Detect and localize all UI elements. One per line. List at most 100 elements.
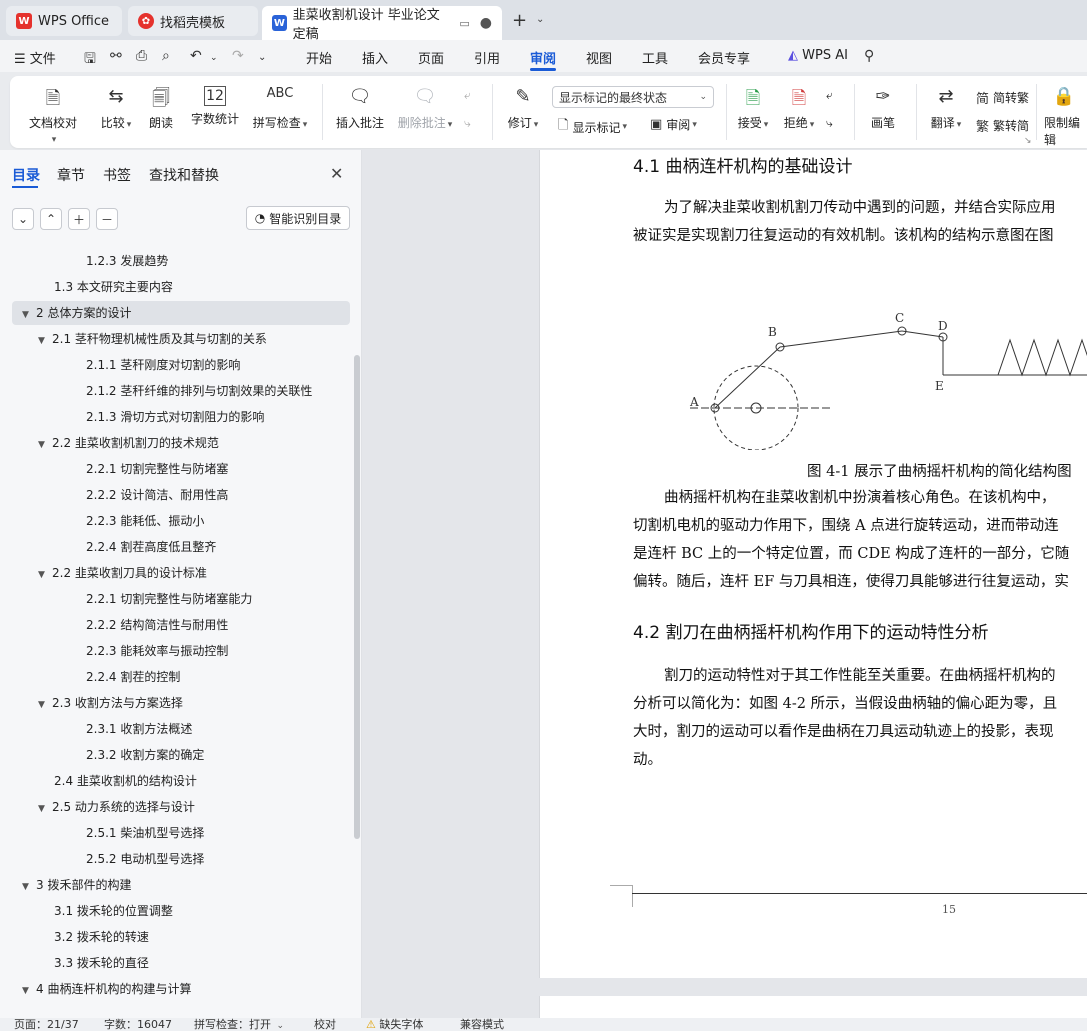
- expand-triangle-icon[interactable]: ▼: [22, 303, 36, 327]
- search-icon[interactable]: ⚲: [864, 48, 874, 64]
- save-icon[interactable]: 🖫: [84, 48, 96, 72]
- menu-view[interactable]: 视图: [586, 48, 612, 67]
- status-missing-font[interactable]: ⚠ 缺失字体: [366, 1018, 423, 1031]
- document-page[interactable]: 4.1 曲柄连杆机构的基础设计 为了解决韭菜收割机割刀传动中遇到的问题，并结合实…: [539, 150, 1087, 978]
- expand-triangle-icon[interactable]: ▼: [38, 433, 52, 457]
- status-page[interactable]: 页面：21/37: [14, 1018, 79, 1031]
- undo-dropdown-icon[interactable]: ⌄: [210, 53, 218, 63]
- smart-toc-button[interactable]: ◔ 智能识别目录: [246, 206, 350, 230]
- menu-page[interactable]: 页面: [418, 48, 444, 67]
- toc-item[interactable]: 3.1 拨禾轮的位置调整: [54, 899, 173, 923]
- ribbon-expand-icon[interactable]: ↘: [1024, 136, 1032, 146]
- expand-up-button[interactable]: ⌃: [40, 208, 62, 230]
- panel-scrollbar[interactable]: [354, 355, 360, 839]
- prev-revision-icon[interactable]: ⤶: [826, 88, 833, 103]
- toc-item[interactable]: 2.2.3 能耗效率与振动控制: [86, 639, 228, 663]
- unsaved-dot-icon[interactable]: ●: [480, 15, 492, 31]
- word-count-button[interactable]: 12 字数统计: [188, 86, 242, 127]
- expand-triangle-icon[interactable]: ▼: [22, 979, 36, 1003]
- toc-item[interactable]: 2.2.3 能耗低、振动小: [86, 509, 204, 533]
- status-word-count[interactable]: 字数：16047: [104, 1018, 172, 1031]
- collapse-button[interactable]: ⌄: [12, 208, 34, 230]
- more-chevron-icon[interactable]: ⌄: [258, 52, 266, 63]
- menu-references[interactable]: 引用: [474, 48, 500, 67]
- spell-check-button[interactable]: ABC 拼写检查 ▾: [250, 86, 310, 131]
- expand-triangle-icon[interactable]: ▼: [22, 875, 36, 899]
- menu-file[interactable]: ☰ 文件: [14, 48, 56, 67]
- toc-item[interactable]: 2.3.2 收割方案的确定: [86, 743, 204, 767]
- menu-insert[interactable]: 插入: [362, 48, 388, 67]
- toc-item[interactable]: ▼ 4 曲柄连杆机构的构建与计算: [22, 977, 191, 1001]
- expand-triangle-icon[interactable]: ▼: [38, 563, 52, 587]
- menu-review[interactable]: 审阅: [530, 48, 556, 67]
- status-proof[interactable]: 校对: [314, 1018, 336, 1031]
- to-traditional-button[interactable]: 简简转繁: [976, 88, 1029, 107]
- delete-comment-button[interactable]: 🗨 删除批注 ▾: [394, 86, 456, 131]
- redo-icon[interactable]: ↷: [232, 48, 244, 64]
- review-pane-button[interactable]: ▣ 审阅 ▾: [650, 116, 697, 133]
- toc-item[interactable]: 2.2.2 设计简洁、耐用性高: [86, 483, 228, 507]
- new-tab-icon[interactable]: +: [512, 10, 527, 31]
- status-spell-check[interactable]: 拼写检查：打开 ⌄: [194, 1018, 284, 1031]
- toc-item[interactable]: ▼ 3 拨禾部件的构建: [22, 873, 131, 897]
- panel-tab-sections[interactable]: 章节: [57, 165, 85, 185]
- print-icon[interactable]: ⎙: [136, 48, 147, 64]
- toc-item[interactable]: 2.2.4 割茬高度低且整齐: [86, 535, 216, 559]
- toc-item[interactable]: ▼ 2 总体方案的设计: [12, 301, 350, 325]
- close-icon[interactable]: ✕: [330, 164, 343, 183]
- restrict-edit-button[interactable]: 🔒 限制编辑: [1044, 86, 1087, 148]
- toc-item[interactable]: 2.1.2 茎秆纤维的排列与切割效果的关联性: [86, 379, 312, 403]
- toc-item[interactable]: ▼ 2.5 动力系统的选择与设计: [38, 795, 195, 819]
- compare-button[interactable]: ⇆ 比较 ▾: [96, 86, 136, 131]
- toc-item[interactable]: 2.2.4 割茬的控制: [86, 665, 180, 689]
- show-markup-button[interactable]: 🗋 显示标记 ▾: [558, 116, 627, 138]
- status-compat-mode[interactable]: 兼容模式: [460, 1018, 504, 1031]
- toc-item[interactable]: ▼ 2.3 收割方法与方案选择: [38, 691, 183, 715]
- toc-item[interactable]: 2.2.2 结构简洁性与耐用性: [86, 613, 228, 637]
- link-icon[interactable]: ⚯: [110, 48, 122, 64]
- revise-button[interactable]: ✎ 修订 ▾: [504, 86, 542, 131]
- monitor-icon[interactable]: ▭: [459, 17, 469, 30]
- translate-button[interactable]: ⇄ 翻译 ▾: [924, 86, 968, 131]
- toc-item[interactable]: 1.2.3 发展趋势: [86, 249, 168, 273]
- expand-triangle-icon[interactable]: ▼: [38, 693, 52, 717]
- toc-item[interactable]: 2.1.3 滑切方式对切割阻力的影响: [86, 405, 264, 429]
- to-simplified-button[interactable]: 繁繁转简: [976, 116, 1029, 135]
- toc-item[interactable]: 2.5.2 电动机型号选择: [86, 847, 204, 871]
- menu-home[interactable]: 开始: [306, 48, 332, 67]
- expand-triangle-icon[interactable]: ▼: [38, 329, 52, 353]
- print-preview-icon[interactable]: ⌕: [162, 48, 170, 64]
- toc-item[interactable]: 2.5.1 柴油机型号选择: [86, 821, 204, 845]
- toc-item[interactable]: ▼ 2.1 茎秆物理机械性质及其与切割的关系: [38, 327, 267, 351]
- toc-item[interactable]: 2.2.1 切割完整性与防堵塞: [86, 457, 228, 481]
- tab-template[interactable]: ✿ 找稻壳模板: [128, 6, 258, 36]
- menu-tools[interactable]: 工具: [642, 48, 668, 67]
- panel-tab-bookmarks[interactable]: 书签: [103, 165, 131, 185]
- toc-item[interactable]: 2.2.1 切割完整性与防堵塞能力: [86, 587, 252, 611]
- toc-item[interactable]: 1.3 本文研究主要内容: [54, 275, 173, 299]
- toc-item[interactable]: 3.3 拨禾轮的直径: [54, 951, 149, 975]
- pen-button[interactable]: ✑ 画笔: [868, 86, 898, 131]
- insert-comment-button[interactable]: 🗨 插入批注: [334, 86, 386, 131]
- reject-button[interactable]: 🗎 拒绝 ▾: [780, 86, 818, 131]
- toc-item[interactable]: 2.3.1 收割方法概述: [86, 717, 192, 741]
- read-aloud-button[interactable]: 🗐 朗读: [146, 86, 176, 131]
- toc-item[interactable]: ▼ 2.2 韭菜收割机割刀的技术规范: [38, 431, 219, 455]
- toc-item[interactable]: 2.4 韭菜收割机的结构设计: [54, 769, 197, 793]
- remove-heading-button[interactable]: －: [96, 208, 118, 230]
- expand-triangle-icon[interactable]: ▼: [38, 797, 52, 821]
- next-revision-icon[interactable]: ⤷: [826, 116, 833, 131]
- prev-comment-icon[interactable]: ⤶: [464, 88, 471, 103]
- panel-tab-toc[interactable]: 目录: [12, 165, 40, 185]
- menu-member[interactable]: 会员专享: [698, 48, 750, 67]
- menu-wps-ai[interactable]: ◭ WPS AI: [788, 48, 848, 63]
- panel-tab-find-replace[interactable]: 查找和替换: [149, 165, 219, 185]
- undo-icon[interactable]: ↶: [190, 48, 202, 64]
- markup-mode-select[interactable]: 显示标记的最终状态 ⌄: [552, 86, 714, 108]
- toc-item[interactable]: 2.1.1 茎秆刚度对切割的影响: [86, 353, 240, 377]
- toc-item[interactable]: ▼ 2.2 韭菜收割刀具的设计标准: [38, 561, 207, 585]
- tab-wps-office[interactable]: W WPS Office: [6, 6, 122, 36]
- toc-item[interactable]: 3.2 拨禾轮的转速: [54, 925, 149, 949]
- tab-document[interactable]: W 韭菜收割机设计 毕业论文定稿 ▭ ●: [262, 6, 502, 42]
- doc-check-button[interactable]: 🗎 文档校对▾: [28, 86, 78, 145]
